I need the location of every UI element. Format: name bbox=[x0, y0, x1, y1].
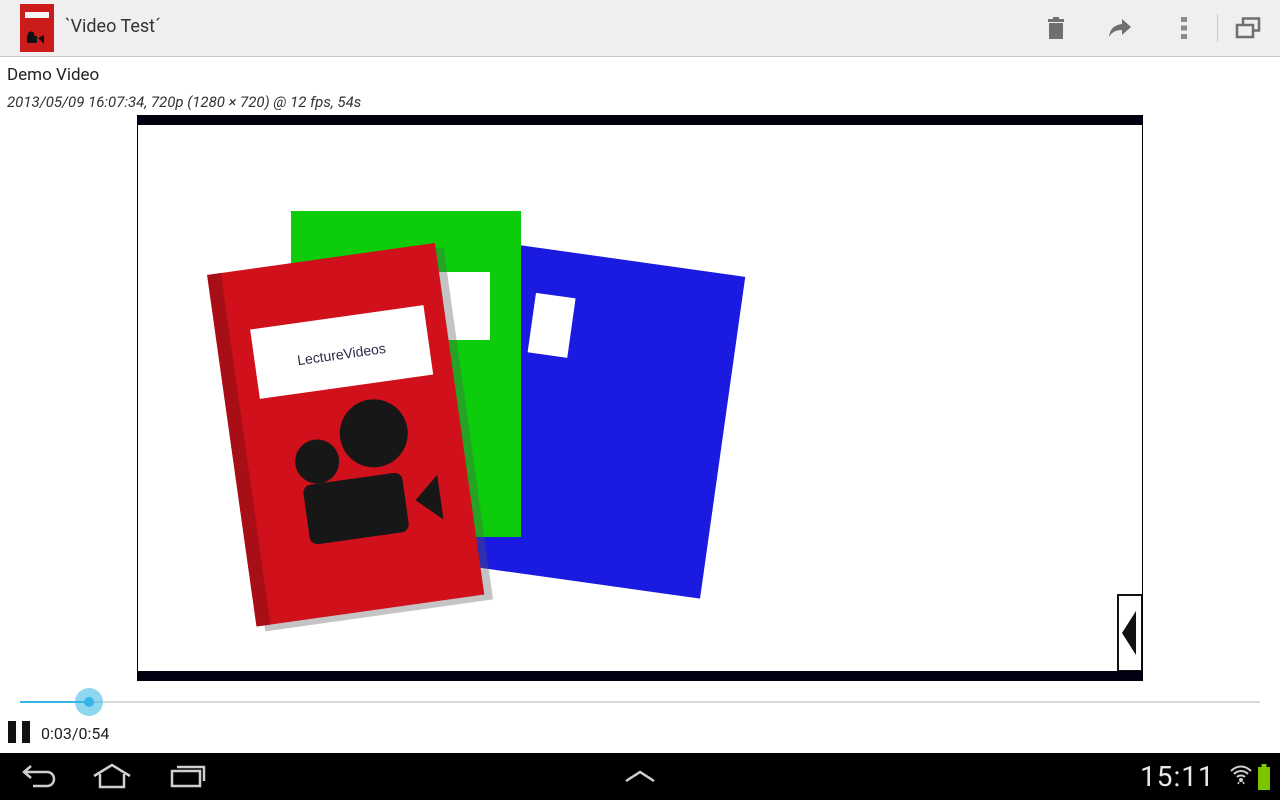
delete-button[interactable] bbox=[1040, 12, 1072, 44]
window-restore-icon bbox=[1235, 17, 1261, 39]
overflow-menu-button[interactable] bbox=[1168, 12, 1200, 44]
battery-icon bbox=[1258, 764, 1270, 790]
up-chevron-icon bbox=[625, 770, 655, 783]
popup-window-button[interactable] bbox=[1232, 12, 1264, 44]
wifi-icon bbox=[1230, 765, 1252, 785]
menu-up-button[interactable] bbox=[622, 761, 658, 791]
share-button[interactable] bbox=[1104, 12, 1136, 44]
video-metadata: 2013/05/09 16:07:34, 720p (1280 × 720) @… bbox=[7, 93, 362, 111]
system-navigation-bar: 15:11 bbox=[0, 753, 1280, 800]
trash-icon bbox=[1048, 17, 1064, 39]
action-bar: `Video Test´ bbox=[0, 0, 1280, 57]
overflow-menu-icon bbox=[1181, 17, 1187, 39]
seek-bar[interactable] bbox=[20, 688, 1260, 716]
recent-apps-icon bbox=[170, 765, 206, 788]
share-icon bbox=[1109, 19, 1131, 37]
back-button[interactable] bbox=[20, 761, 58, 791]
pause-button[interactable] bbox=[8, 721, 32, 743]
action-divider bbox=[1217, 14, 1218, 42]
seek-thumb-center bbox=[84, 697, 94, 707]
recent-apps-button[interactable] bbox=[168, 761, 208, 791]
status-clock: 15:11 bbox=[1140, 760, 1215, 793]
lecture-videos-illustration: LectureVideos bbox=[207, 211, 1142, 671]
seek-thumb[interactable] bbox=[75, 688, 103, 716]
home-button[interactable] bbox=[90, 761, 134, 791]
app-title: `Video Test´ bbox=[65, 16, 161, 37]
playback-time: 0:03/0:54 bbox=[41, 724, 110, 743]
video-frame[interactable]: LectureVideos bbox=[138, 125, 1142, 671]
back-icon bbox=[22, 765, 56, 788]
video-player[interactable]: LectureVideos bbox=[137, 115, 1143, 681]
video-notebook-icon[interactable] bbox=[20, 4, 54, 52]
home-icon bbox=[93, 763, 131, 789]
video-title: Demo Video bbox=[7, 65, 100, 85]
pause-icon bbox=[8, 721, 16, 743]
